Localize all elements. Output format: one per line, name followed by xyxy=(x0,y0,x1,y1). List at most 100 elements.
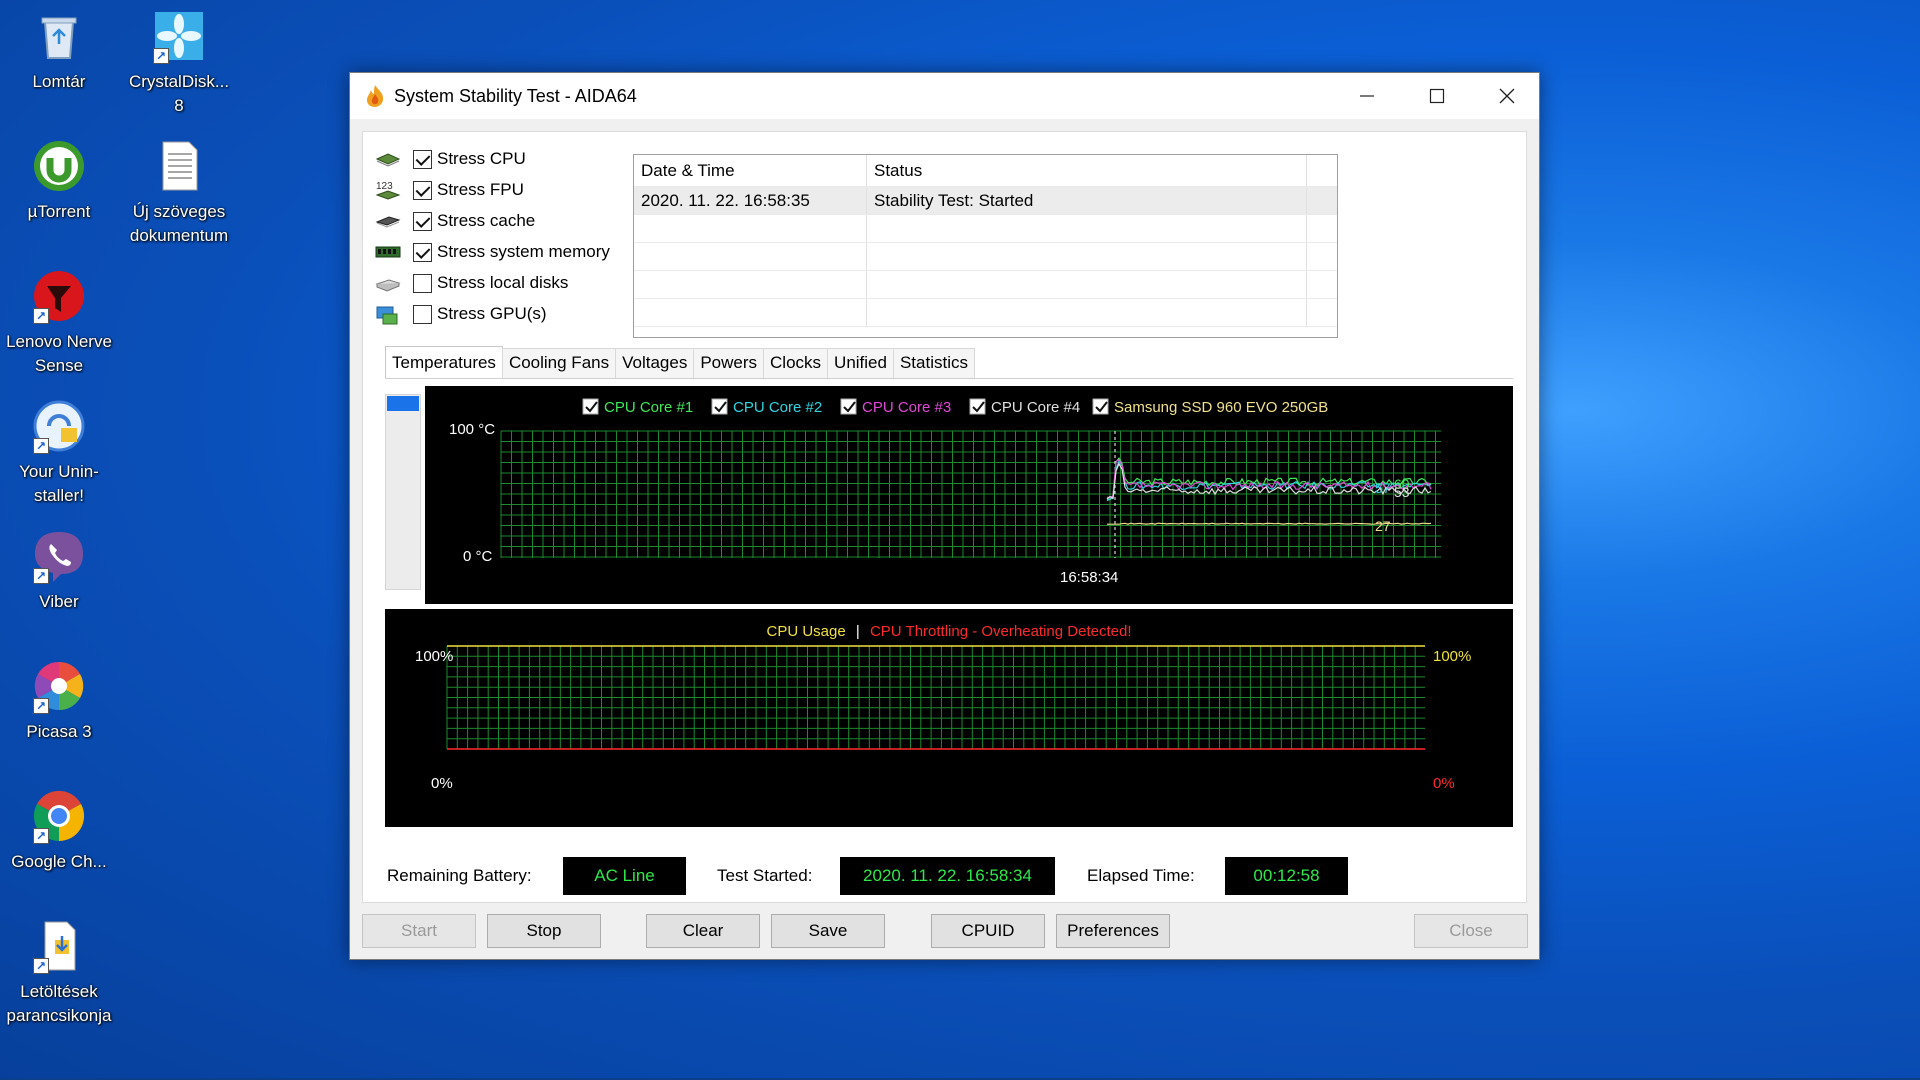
log-cell-status: Stability Test: Started xyxy=(867,187,1307,214)
memory-icon xyxy=(375,242,401,262)
desktop-icon-picasa[interactable]: ↗ Picasa 3 xyxy=(0,658,118,744)
elapsed-time-value: 00:12:58 xyxy=(1225,857,1348,895)
log-row-empty xyxy=(634,271,1337,299)
desktop-icon-label: µTorrent xyxy=(27,202,91,221)
chrome-icon: ↗ xyxy=(31,788,87,844)
close-window-button[interactable] xyxy=(1472,73,1542,119)
stress-disks-checkbox[interactable] xyxy=(413,273,432,293)
stress-gpu-option[interactable]: Stress GPU(s) xyxy=(375,301,547,327)
stress-cpu-checkbox[interactable] xyxy=(413,149,432,169)
stress-cpu-option[interactable]: Stress CPU xyxy=(375,146,526,172)
log-header-status[interactable]: Status xyxy=(867,155,1307,186)
tab-statistics[interactable]: Statistics xyxy=(892,348,975,378)
desktop-icon-label: Letöltések parancsikonja xyxy=(6,982,112,1025)
stress-memory-label: Stress system memory xyxy=(437,242,610,261)
log-row-empty xyxy=(634,243,1337,271)
stress-fpu-label: Stress FPU xyxy=(437,180,524,199)
aida64-flame-icon xyxy=(364,84,386,108)
temp-end-value-ssd: 27 xyxy=(1375,518,1391,534)
desktop-icon-label: Lomtár xyxy=(32,72,86,91)
stress-memory-checkbox[interactable] xyxy=(413,242,432,262)
desktop-icon-utorrent[interactable]: µTorrent xyxy=(0,138,118,224)
stress-cache-label: Stress cache xyxy=(437,211,536,230)
stability-test-window: System Stability Test - AIDA64 Stress CP… xyxy=(349,72,1540,960)
tab-unified[interactable]: Unified xyxy=(827,348,894,378)
uninstaller-icon: ↗ xyxy=(31,398,87,454)
temp-end-value-core4: 53 xyxy=(1394,484,1410,500)
desktop-icon-label: Új szöveges dokumentum xyxy=(129,202,229,245)
tab-temperatures[interactable]: Temperatures xyxy=(385,346,503,378)
stress-gpu-checkbox[interactable] xyxy=(413,304,432,324)
sensor-tabs: Temperatures Cooling Fans Voltages Power… xyxy=(385,346,975,378)
log-row-empty xyxy=(634,299,1337,327)
temp-y-top-label: 100 °C xyxy=(449,421,495,438)
minimize-button[interactable] xyxy=(1332,73,1402,119)
tab-cooling-fans[interactable]: Cooling Fans xyxy=(501,348,617,378)
stress-disks-option[interactable]: Stress local disks xyxy=(375,270,568,296)
stress-cache-checkbox[interactable] xyxy=(413,211,432,231)
desktop-icon-downloads-shortcut[interactable]: ↗ Letöltések parancsikonja xyxy=(0,918,118,1028)
save-button[interactable]: Save xyxy=(771,914,885,948)
log-header-row: Date & Time Status xyxy=(634,155,1337,187)
test-started-value: 2020. 11. 22. 16:58:34 xyxy=(840,857,1055,895)
cpu-usage-separator: | xyxy=(856,623,860,640)
elapsed-time-label: Elapsed Time: xyxy=(1087,866,1195,885)
usage-left-top-label: 100% xyxy=(415,648,453,665)
stress-memory-option[interactable]: Stress system memory xyxy=(375,239,610,265)
stress-fpu-checkbox[interactable] xyxy=(413,180,432,200)
tab-underline xyxy=(385,378,1513,379)
desktop-icon-recycle-bin[interactable]: Lomtár xyxy=(0,8,118,94)
desktop-icon-lenovo-nerve-sense[interactable]: ↗ Lenovo Nerve Sense xyxy=(0,268,118,378)
disk-icon xyxy=(375,273,401,293)
temp-x-label: 16:58:34 xyxy=(1060,569,1118,586)
legend-label: CPU Core #4 xyxy=(991,399,1080,416)
start-button[interactable]: Start xyxy=(362,914,476,948)
preferences-button[interactable]: Preferences xyxy=(1056,914,1170,948)
stop-button[interactable]: Stop xyxy=(487,914,601,948)
legend-label: Samsung SSD 960 EVO 250GB xyxy=(1114,399,1328,416)
sensor-list-scroll-thumb[interactable] xyxy=(387,396,419,411)
crystaldisk-icon: ↗ xyxy=(151,8,207,64)
stress-disks-label: Stress local disks xyxy=(437,273,569,292)
desktop-icon-crystaldisk[interactable]: ↗ CrystalDisk... 8 xyxy=(120,8,238,118)
cpu-throttling-label: CPU Throttling - Overheating Detected! xyxy=(870,623,1132,640)
tab-powers[interactable]: Powers xyxy=(693,348,765,378)
gpu-icon xyxy=(375,304,401,325)
legend-label: CPU Core #1 xyxy=(604,399,693,416)
desktop-icon-google-chrome[interactable]: ↗ Google Ch... xyxy=(0,788,118,874)
tab-clocks[interactable]: Clocks xyxy=(763,348,829,378)
utorrent-icon xyxy=(31,138,87,194)
stress-cache-option[interactable]: Stress cache xyxy=(375,208,535,234)
event-log-table[interactable]: Date & Time Status 2020. 11. 22. 16:58:3… xyxy=(633,154,1338,338)
clear-button[interactable]: Clear xyxy=(646,914,760,948)
desktop-icon-your-uninstaller[interactable]: ↗ Your Unin-staller! xyxy=(0,398,118,508)
cpuid-button[interactable]: CPUID xyxy=(931,914,1045,948)
title-bar[interactable]: System Stability Test - AIDA64 xyxy=(350,73,1539,119)
temp-y-bottom-label: 0 °C xyxy=(463,548,493,565)
close-button[interactable]: Close xyxy=(1414,914,1528,948)
sensor-list-scrollbar[interactable] xyxy=(385,394,421,590)
legend-label: CPU Core #2 xyxy=(733,399,822,416)
maximize-button[interactable] xyxy=(1402,73,1472,119)
stress-cpu-label: Stress CPU xyxy=(437,149,526,168)
close-icon xyxy=(1499,88,1515,104)
fpu-icon: 123 xyxy=(375,180,401,200)
tab-voltages[interactable]: Voltages xyxy=(615,348,695,378)
cpu-usage-chart: CPU Usage | CPU Throttling - Overheating… xyxy=(385,609,1513,827)
log-header-datetime[interactable]: Date & Time xyxy=(634,155,867,186)
usage-left-bottom-label: 0% xyxy=(431,775,453,792)
maximize-icon xyxy=(1429,88,1445,104)
viber-icon: ↗ xyxy=(31,528,87,584)
test-started-label: Test Started: xyxy=(717,866,813,885)
stress-fpu-option[interactable]: 123 Stress FPU xyxy=(375,177,524,203)
desktop-icon-label: Lenovo Nerve Sense xyxy=(6,332,112,375)
log-row[interactable]: 2020. 11. 22. 16:58:35 Stability Test: S… xyxy=(634,187,1337,215)
cpu-usage-label: CPU Usage xyxy=(767,623,846,640)
desktop-icon-text-document[interactable]: Új szöveges dokumentum xyxy=(120,138,238,248)
desktop-icon-viber[interactable]: ↗ Viber xyxy=(0,528,118,614)
temperature-grid xyxy=(500,430,1441,558)
main-panel: Stress CPU 123 Stress FPU Stress cache S… xyxy=(362,131,1527,903)
log-row-empty xyxy=(634,215,1337,243)
stress-gpu-label: Stress GPU(s) xyxy=(437,304,547,323)
cpu-usage-chart-svg: CPU Usage | CPU Throttling - Overheating… xyxy=(415,623,1471,792)
